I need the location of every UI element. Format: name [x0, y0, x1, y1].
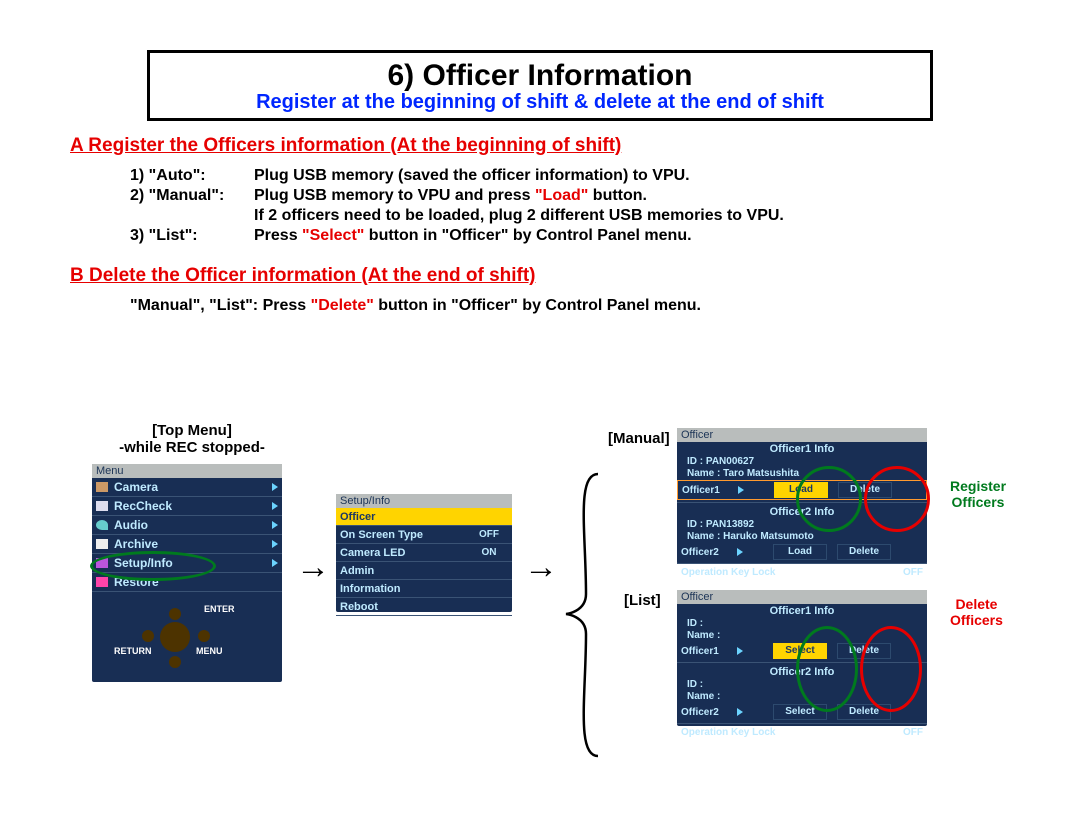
delete-button[interactable]: Delete	[837, 643, 891, 659]
delete-officers-label: DeleteOfficers	[950, 596, 1003, 628]
keylock-value: OFF	[903, 727, 923, 738]
menu-item[interactable]: Camera	[92, 478, 282, 497]
reccheck-icon	[96, 501, 108, 511]
chevron-right-icon	[272, 483, 278, 491]
keylock-label: Operation Key Lock	[681, 567, 775, 578]
brace-icon	[556, 464, 616, 744]
chevron-right-icon	[272, 559, 278, 567]
setup-item[interactable]: Camera LEDON	[336, 544, 512, 562]
setup-item[interactable]: On Screen TypeOFF	[336, 526, 512, 544]
menu-item[interactable]: Audio	[92, 516, 282, 535]
row-text: If 2 officers need to be loaded, plug 2 …	[254, 207, 788, 227]
setup-info-panel: Setup/Info Officer On Screen TypeOFF Cam…	[336, 494, 512, 612]
load-button[interactable]: Load	[774, 482, 828, 498]
section-header: Officer2 Info	[677, 505, 927, 519]
arrow-right-icon: →	[524, 548, 558, 587]
title-main: 6) Officer Information	[150, 59, 930, 93]
delete-button[interactable]: Delete	[837, 704, 891, 720]
actor-label: Officer2	[681, 707, 737, 718]
chevron-right-icon	[737, 548, 743, 556]
row-text: Press "Select" button in "Officer" by Co…	[254, 227, 788, 247]
section-a-instructions: 1) "Auto": Plug USB memory (saved the of…	[130, 167, 788, 247]
chevron-right-icon	[738, 486, 744, 494]
register-officers-label: RegisterOfficers	[950, 478, 1006, 510]
panel-title: Officer	[677, 590, 927, 604]
setup-icon	[96, 558, 108, 568]
section-header: Officer1 Info	[677, 604, 927, 618]
archive-icon	[96, 539, 108, 549]
restore-icon	[96, 577, 108, 587]
row-text: Plug USB memory (saved the officer infor…	[254, 167, 788, 187]
title-box: 6) Officer Information Register at the b…	[147, 50, 933, 121]
section-b-instruction: "Manual", "List": Press "Delete" button …	[130, 297, 1040, 315]
setup-item[interactable]: Information	[336, 580, 512, 598]
chevron-right-icon	[272, 521, 278, 529]
top-menu-caption: [Top Menu] -while REC stopped-	[92, 422, 292, 456]
delete-button[interactable]: Delete	[838, 482, 892, 498]
setup-item[interactable]: Reboot	[336, 598, 512, 616]
menu-item[interactable]: Archive	[92, 535, 282, 554]
setup-item-officer[interactable]: Officer	[336, 508, 512, 526]
chevron-right-icon	[737, 647, 743, 655]
row-label: 1) "Auto":	[130, 167, 254, 187]
field-id: ID : PAN13892	[677, 519, 927, 531]
row-text: Plug USB memory to VPU and press "Load" …	[254, 187, 788, 207]
chevron-right-icon	[272, 502, 278, 510]
setup-item[interactable]: Admin	[336, 562, 512, 580]
field-name: Name : Taro Matsushita	[677, 468, 927, 480]
menu-item[interactable]: RecCheck	[92, 497, 282, 516]
select-button[interactable]: Select	[773, 643, 827, 659]
section-a-heading: A Register the Officers information (At …	[70, 135, 1040, 157]
field-id: ID : PAN00627	[677, 456, 927, 468]
panel-title: Officer	[677, 428, 927, 442]
chevron-right-icon	[737, 708, 743, 716]
camera-icon	[96, 482, 108, 492]
keylock-label: Operation Key Lock	[681, 727, 775, 738]
row-label: 2) "Manual":	[130, 187, 254, 207]
keylock-value: OFF	[903, 567, 923, 578]
manual-panel: Officer Officer1 Info ID : PAN00627 Name…	[677, 428, 927, 564]
section-header: Officer2 Info	[677, 665, 927, 679]
panel-title: Menu	[92, 464, 282, 478]
field-id: ID :	[677, 679, 927, 691]
list-caption: [List]	[624, 592, 661, 609]
field-name: Name :	[677, 630, 927, 642]
field-name: Name :	[677, 691, 927, 703]
actor-label: Officer1	[682, 485, 738, 496]
row-label: 3) "List":	[130, 227, 254, 247]
chevron-right-icon	[272, 540, 278, 548]
audio-icon	[96, 520, 108, 530]
top-menu-panel: Menu Camera RecCheck Audio Archive Setup…	[92, 464, 282, 682]
section-b-heading: B Delete the Officer information (At the…	[70, 265, 1040, 287]
list-panel: Officer Officer1 Info ID : Name : Office…	[677, 590, 927, 726]
manual-caption: [Manual]	[608, 430, 670, 447]
select-button[interactable]: Select	[773, 704, 827, 720]
actor-label: Officer1	[681, 646, 737, 657]
delete-button[interactable]: Delete	[837, 544, 891, 560]
title-sub: Register at the beginning of shift & del…	[150, 91, 930, 114]
section-header: Officer1 Info	[677, 442, 927, 456]
field-id: ID :	[677, 618, 927, 630]
load-button[interactable]: Load	[773, 544, 827, 560]
panel-title: Setup/Info	[336, 494, 512, 508]
actor-label: Officer2	[681, 547, 737, 558]
menu-item-setup[interactable]: Setup/Info	[92, 554, 282, 573]
row-label	[130, 207, 254, 227]
arrow-right-icon: →	[296, 548, 330, 587]
menu-item[interactable]: Restore	[92, 573, 282, 592]
field-name: Name : Haruko Matsumoto	[677, 531, 927, 543]
